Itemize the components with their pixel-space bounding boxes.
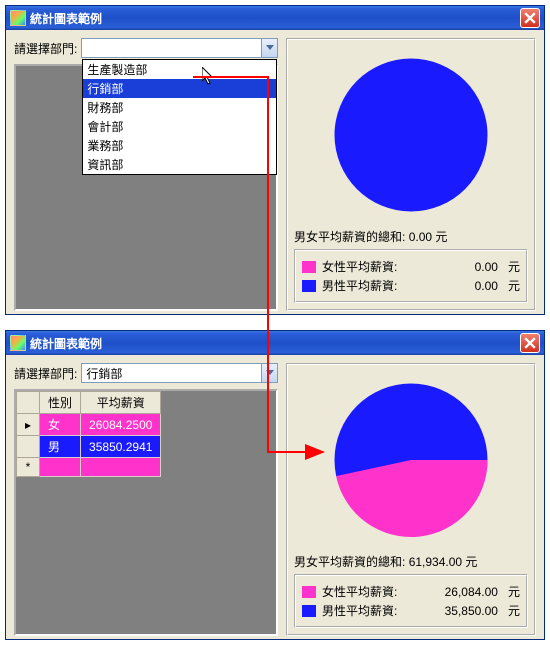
dropdown-option[interactable]: 行銷部 (83, 79, 276, 98)
row-indicator-new: * (17, 458, 40, 477)
chevron-down-icon (266, 45, 274, 51)
swatch-female (302, 586, 316, 598)
cell-gender[interactable]: 女 (40, 414, 81, 436)
combo-dropdown-button[interactable] (261, 39, 277, 57)
dropdown-option[interactable]: 業務部 (83, 136, 276, 155)
chart-panel: 男女平均薪資的總和: 0.00 元 女性平均薪資: 0.00 元 男性平均薪資:… (286, 38, 536, 311)
department-dropdown[interactable]: 生產製造部 行銷部 財務部 會計部 業務部 資訊部 (82, 59, 277, 175)
row-header-blank (17, 392, 40, 414)
cell-empty[interactable] (40, 458, 81, 477)
pie-chart (321, 375, 501, 545)
titlebar[interactable]: 統計圖表範例 (6, 331, 544, 355)
col-header-salary[interactable]: 平均薪資 (81, 392, 161, 414)
app-icon (10, 335, 26, 351)
select-label: 請選擇部門: (14, 365, 77, 382)
close-button[interactable] (520, 333, 540, 353)
department-combobox[interactable]: 生產製造部 行銷部 財務部 會計部 業務部 資訊部 (81, 38, 278, 58)
legend-row-male: 男性平均薪資: 35,850.00 元 (302, 601, 520, 620)
legend-row-female: 女性平均薪資: 0.00 元 (302, 257, 520, 276)
window-title: 統計圖表範例 (30, 10, 102, 27)
swatch-male (302, 280, 316, 292)
select-label: 請選擇部門: (14, 40, 77, 57)
chart-panel: 男女平均薪資的總和: 61,934.00 元 女性平均薪資: 26,084.00… (286, 363, 536, 636)
close-icon (524, 12, 536, 24)
close-icon (524, 337, 536, 349)
grid-header-row: 性別 平均薪資 (17, 392, 161, 414)
total-line: 男女平均薪資的總和: 61,934.00 元 (294, 549, 528, 574)
close-button[interactable] (520, 8, 540, 28)
dropdown-option[interactable]: 財務部 (83, 98, 276, 117)
window-stats-2: 統計圖表範例 請選擇部門: 行銷部 性別 (5, 330, 545, 640)
legend-box: 女性平均薪資: 26,084.00 元 男性平均薪資: 35,850.00 元 (294, 574, 528, 628)
window-title: 統計圖表範例 (30, 335, 102, 352)
app-icon (10, 10, 26, 26)
swatch-male (302, 605, 316, 617)
legend-row-male: 男性平均薪資: 0.00 元 (302, 276, 520, 295)
data-grid[interactable]: 性別 平均薪資 ▸ 女 26084.2500 男 35850.2941 * (14, 389, 278, 636)
table-row[interactable]: ▸ 女 26084.2500 (17, 414, 161, 436)
dropdown-option[interactable]: 會計部 (83, 117, 276, 136)
legend-row-female: 女性平均薪資: 26,084.00 元 (302, 582, 520, 601)
swatch-female (302, 261, 316, 273)
legend-box: 女性平均薪資: 0.00 元 男性平均薪資: 0.00 元 (294, 249, 528, 303)
table-row[interactable]: 男 35850.2941 (17, 436, 161, 458)
cell-salary[interactable]: 26084.2500 (81, 414, 161, 436)
table-row-new[interactable]: * (17, 458, 161, 477)
combo-dropdown-button[interactable] (261, 364, 277, 382)
dropdown-option[interactable]: 生產製造部 (83, 60, 276, 79)
dropdown-option[interactable]: 資訊部 (83, 155, 276, 174)
total-line: 男女平均薪資的總和: 0.00 元 (294, 224, 528, 249)
pie-chart (321, 50, 501, 220)
department-combobox[interactable]: 行銷部 (81, 363, 278, 383)
titlebar[interactable]: 統計圖表範例 (6, 6, 544, 30)
cell-salary[interactable]: 35850.2941 (81, 436, 161, 458)
combo-value: 行銷部 (82, 365, 261, 382)
row-indicator: ▸ (17, 414, 40, 436)
window-stats-1: 統計圖表範例 請選擇部門: 生產製造部 行銷部 財務部 會計部 (5, 5, 545, 315)
cell-gender[interactable]: 男 (40, 436, 81, 458)
chevron-down-icon (266, 370, 274, 376)
col-header-gender[interactable]: 性別 (40, 392, 81, 414)
cell-empty[interactable] (81, 458, 161, 477)
row-indicator (17, 436, 40, 458)
